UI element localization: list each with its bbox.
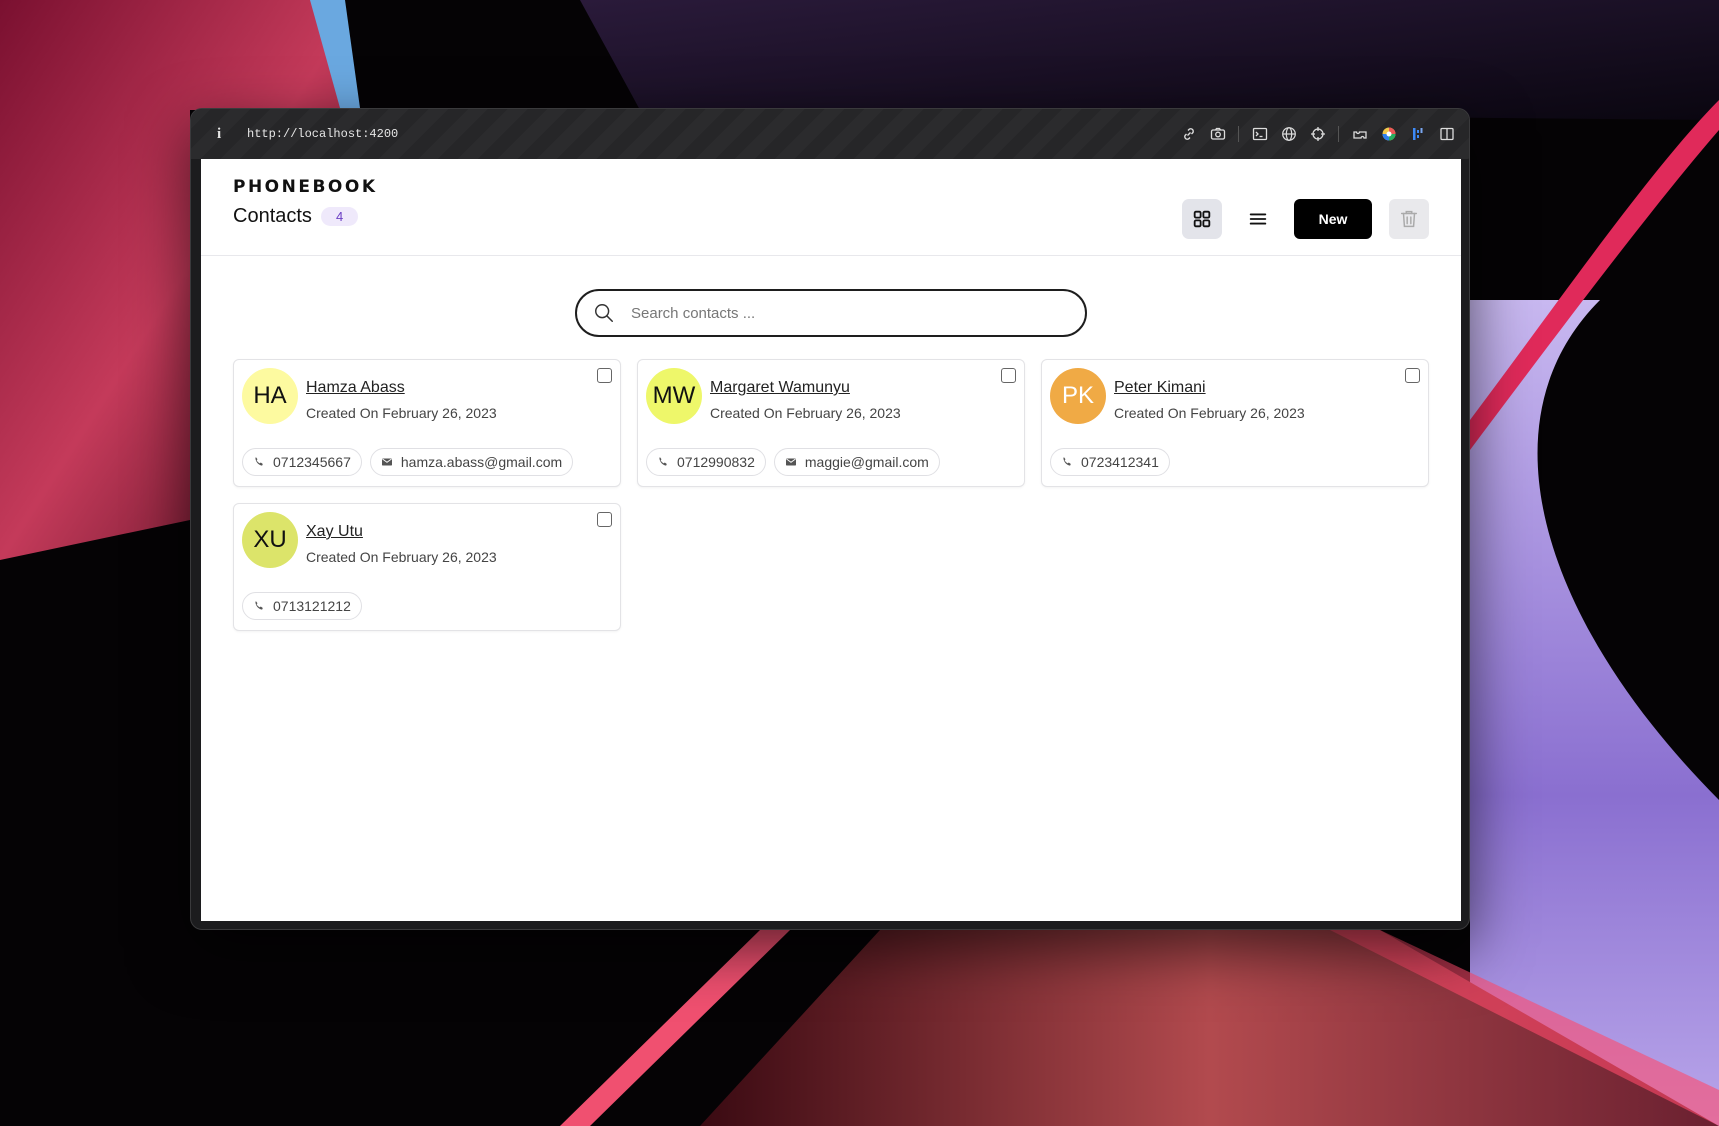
- select-checkbox[interactable]: [597, 368, 612, 383]
- search-input[interactable]: [631, 304, 1051, 322]
- email-chip: hamza.abass@gmail.com: [369, 448, 574, 476]
- page-title: Contacts: [233, 205, 312, 227]
- mail-icon: [381, 458, 392, 466]
- mail-icon: [785, 458, 796, 466]
- sidebar-icon[interactable]: [1438, 126, 1455, 143]
- email-chip: maggie@gmail.com: [773, 448, 940, 476]
- search-bar[interactable]: [575, 289, 1087, 337]
- phone-number: 0723412341: [1081, 454, 1159, 470]
- contact-name-link[interactable]: Hamza Abass: [306, 379, 405, 397]
- menu-lines-icon: [1249, 213, 1267, 225]
- grid-view-button[interactable]: [1182, 199, 1222, 239]
- delete-selected-button[interactable]: [1389, 199, 1429, 239]
- avatar: HA: [242, 368, 298, 424]
- email-address: maggie@gmail.com: [804, 454, 929, 470]
- terminal-icon[interactable]: [1251, 126, 1268, 143]
- contact-card: XU Xay Utu Created On February 26, 2023 …: [233, 503, 621, 631]
- select-checkbox[interactable]: [1001, 368, 1016, 383]
- new-contact-button[interactable]: New: [1294, 199, 1372, 239]
- phone-chip: 0712345667: [242, 448, 362, 476]
- crosshair-icon[interactable]: [1309, 126, 1326, 143]
- app-header: PHONEBOOK Contacts 4 New: [201, 159, 1461, 256]
- phone-icon: [255, 457, 263, 466]
- list-view-button[interactable]: [1238, 199, 1278, 239]
- contact-card: HA Hamza Abass Created On February 26, 2…: [233, 359, 621, 487]
- color-wheel-icon[interactable]: [1380, 126, 1397, 143]
- avatar: MW: [646, 368, 702, 424]
- created-date: Created On February 26, 2023: [1114, 405, 1305, 421]
- trash-icon: [1400, 210, 1418, 228]
- extension-icon[interactable]: [1351, 126, 1368, 143]
- search-icon: [595, 304, 613, 322]
- avatar: PK: [1050, 368, 1106, 424]
- phone-icon: [1063, 457, 1071, 466]
- toolbar-separator: [1238, 126, 1239, 142]
- phone-icon: [659, 457, 667, 466]
- devtools-icon[interactable]: [1409, 126, 1426, 143]
- contact-card: MW Margaret Wamunyu Created On February …: [637, 359, 1025, 487]
- browser-window: i http://localhost:4200 PHONEBOOK Contac…: [190, 108, 1470, 930]
- contacts-grid: HA Hamza Abass Created On February 26, 2…: [233, 359, 1429, 631]
- address-bar[interactable]: http://localhost:4200: [247, 127, 398, 141]
- contact-name-link[interactable]: Peter Kimani: [1114, 379, 1206, 397]
- created-date: Created On February 26, 2023: [306, 405, 497, 421]
- created-date: Created On February 26, 2023: [306, 549, 497, 565]
- contact-card: PK Peter Kimani Created On February 26, …: [1041, 359, 1429, 487]
- link-icon[interactable]: [1180, 126, 1197, 143]
- globe-icon[interactable]: [1280, 126, 1297, 143]
- avatar: XU: [242, 512, 298, 568]
- app-brand: PHONEBOOK: [233, 177, 378, 197]
- email-address: hamza.abass@gmail.com: [400, 454, 563, 470]
- phone-chip: 0723412341: [1050, 448, 1170, 476]
- camera-icon[interactable]: [1209, 126, 1226, 143]
- contacts-count-badge: 4: [320, 207, 359, 226]
- created-date: Created On February 26, 2023: [710, 405, 901, 421]
- select-checkbox[interactable]: [597, 512, 612, 527]
- contact-name-link[interactable]: Xay Utu: [306, 523, 363, 541]
- phone-number: 0712990832: [677, 454, 755, 470]
- browser-toolbar: i http://localhost:4200: [191, 109, 1469, 159]
- toolbar-separator: [1338, 126, 1339, 142]
- app-viewport: PHONEBOOK Contacts 4 New Search contacts…: [201, 159, 1461, 921]
- info-icon[interactable]: i: [217, 126, 231, 143]
- phone-number: 0713121212: [273, 598, 351, 614]
- phone-chip: 0712990832: [646, 448, 766, 476]
- phone-icon: [255, 601, 263, 610]
- phone-chip: 0713121212: [242, 592, 362, 620]
- grid-icon: [1193, 210, 1211, 228]
- phone-number: 0712345667: [273, 454, 351, 470]
- select-checkbox[interactable]: [1405, 368, 1420, 383]
- contact-name-link[interactable]: Margaret Wamunyu: [710, 379, 850, 397]
